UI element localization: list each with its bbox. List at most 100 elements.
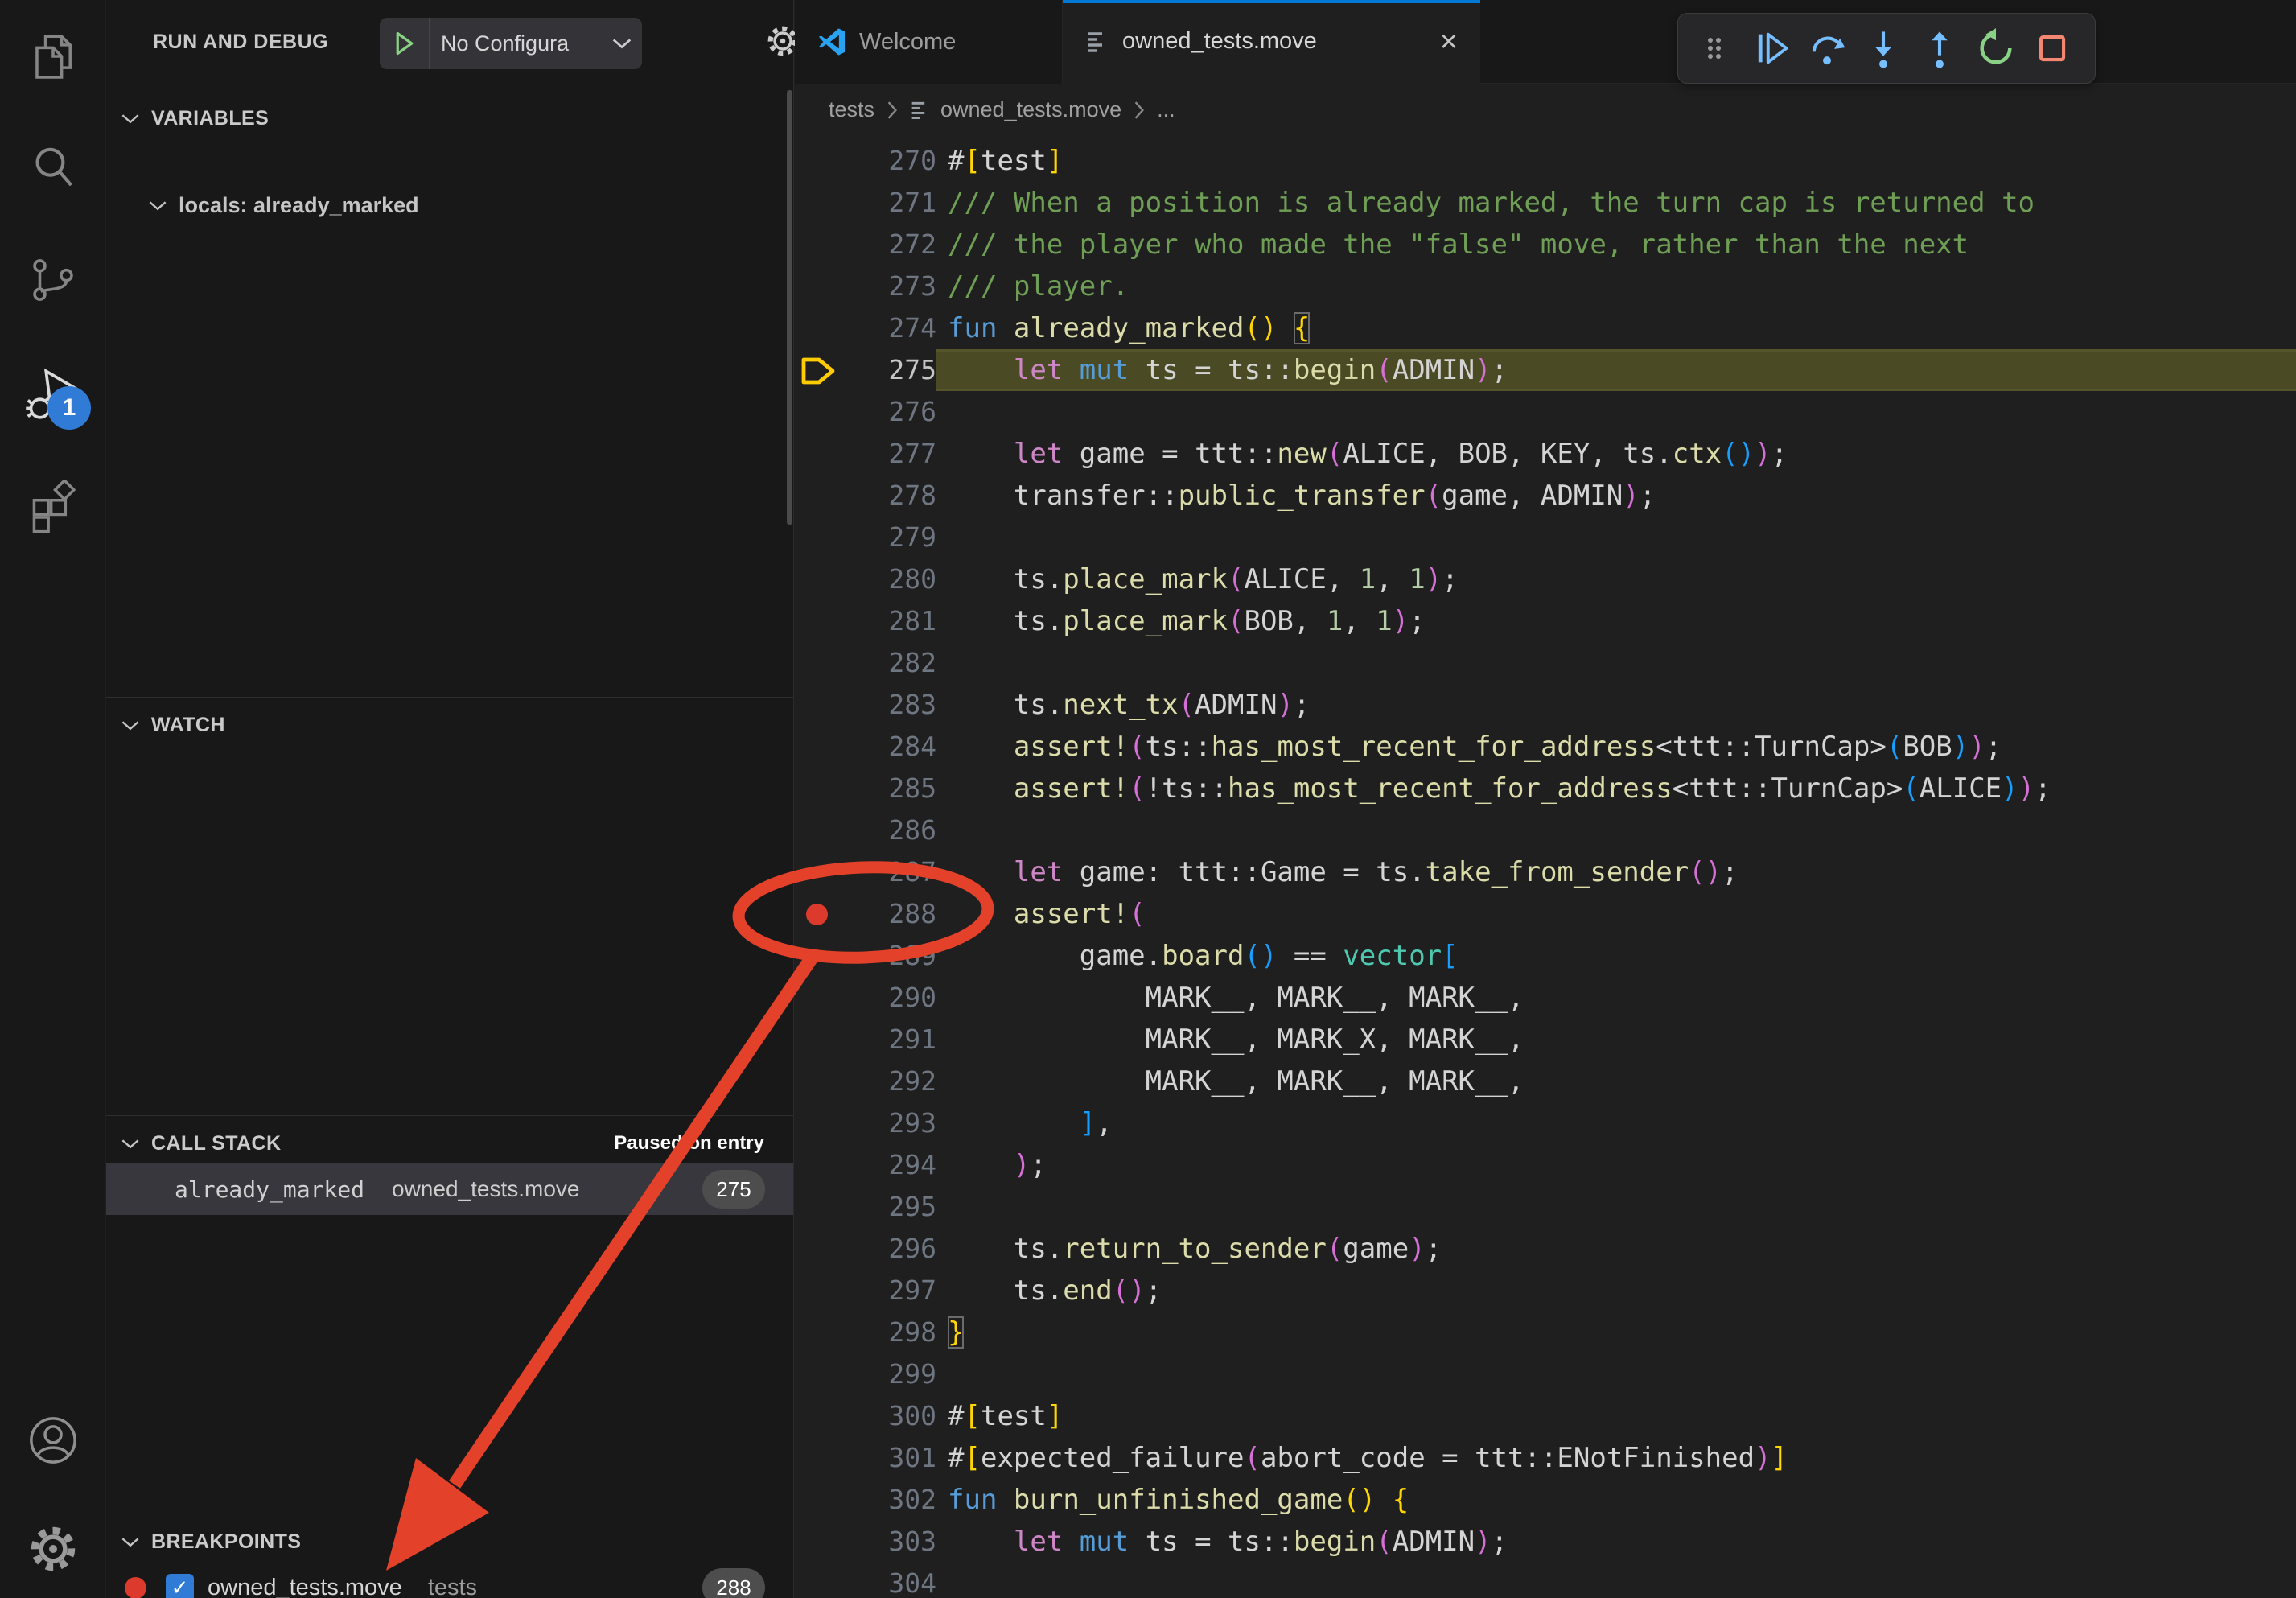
close-tab-icon[interactable]: × (1440, 27, 1458, 57)
breadcrumb-file[interactable]: owned_tests.move (940, 97, 1121, 122)
code-line-273[interactable]: 273/// player. (795, 266, 2296, 307)
line-number[interactable]: 285 (840, 768, 936, 809)
code-line-271[interactable]: 271/// When a position is already marked… (795, 182, 2296, 224)
code-line-280[interactable]: 280 ts.place_mark(ALICE, 1, 1); (795, 558, 2296, 600)
code-line-304[interactable]: 304 (795, 1563, 2296, 1598)
gutter-glyph-margin[interactable] (795, 1228, 840, 1270)
gutter-glyph-margin[interactable] (795, 1186, 840, 1228)
gutter-glyph-margin[interactable] (795, 517, 840, 558)
code-line-text[interactable] (936, 809, 2296, 851)
line-number[interactable]: 280 (840, 558, 936, 600)
code-line-text[interactable]: ts.next_tx(ADMIN); (936, 684, 2296, 726)
code-line-text[interactable]: fun burn_unfinished_game() { (936, 1479, 2296, 1521)
line-number[interactable]: 286 (840, 809, 936, 851)
code-editor[interactable]: 270#[test]271/// When a position is alre… (795, 136, 2296, 1598)
line-number[interactable]: 277 (840, 433, 936, 475)
code-line-298[interactable]: 298} (795, 1312, 2296, 1353)
code-line-text[interactable]: /// player. (936, 266, 2296, 307)
code-line-293[interactable]: 293 ], (795, 1102, 2296, 1144)
line-number[interactable]: 271 (840, 182, 936, 224)
gutter-glyph-margin[interactable] (795, 182, 840, 224)
continue-button[interactable] (1743, 20, 1799, 76)
line-number[interactable]: 270 (840, 140, 936, 182)
code-line-text[interactable]: game.board() == vector[ (936, 935, 2296, 977)
code-line-301[interactable]: 301#[expected_failure(abort_code = ttt::… (795, 1437, 2296, 1479)
gutter-glyph-margin[interactable] (795, 266, 840, 307)
code-line-text[interactable]: transfer::public_transfer(game, ADMIN); (936, 475, 2296, 517)
code-line-text[interactable]: let mut ts = ts::begin(ADMIN); (936, 1521, 2296, 1563)
code-line-text[interactable]: MARK__, MARK__, MARK__, (936, 1061, 2296, 1102)
code-line-text[interactable]: let game: ttt::Game = ts.take_from_sende… (936, 851, 2296, 893)
gutter-glyph-margin[interactable] (795, 1395, 840, 1437)
line-number[interactable]: 278 (840, 475, 936, 517)
gutter-glyph-margin[interactable] (795, 684, 840, 726)
step-over-button[interactable] (1799, 20, 1855, 76)
code-line-text[interactable]: MARK__, MARK__, MARK__, (936, 977, 2296, 1019)
code-line-text[interactable]: MARK__, MARK_X, MARK__, (936, 1019, 2296, 1061)
code-line-text[interactable]: assert!(ts::has_most_recent_for_address<… (936, 726, 2296, 768)
code-line-295[interactable]: 295 (795, 1186, 2296, 1228)
gutter-glyph-margin[interactable] (795, 1479, 840, 1521)
code-line-text[interactable]: assert!( (936, 893, 2296, 935)
call-stack-frame-row[interactable]: already_marked owned_tests.move 275 (106, 1163, 793, 1215)
code-line-287[interactable]: 287 let game: ttt::Game = ts.take_from_s… (795, 851, 2296, 893)
code-line-text[interactable]: ts.return_to_sender(game); (936, 1228, 2296, 1270)
line-number[interactable]: 301 (840, 1437, 936, 1479)
gutter-glyph-margin[interactable] (795, 935, 840, 977)
gutter-glyph-margin[interactable] (795, 307, 840, 349)
line-number[interactable]: 279 (840, 517, 936, 558)
code-line-text[interactable]: #[expected_failure(abort_code = ttt::ENo… (936, 1437, 2296, 1479)
line-number[interactable]: 297 (840, 1270, 936, 1312)
line-number[interactable]: 299 (840, 1353, 936, 1395)
gutter-glyph-margin[interactable] (795, 642, 840, 684)
code-line-279[interactable]: 279 (795, 517, 2296, 558)
stop-button[interactable] (2024, 20, 2080, 76)
tab-welcome[interactable]: Welcome (795, 0, 1063, 84)
line-number[interactable]: 284 (840, 726, 936, 768)
line-number[interactable]: 295 (840, 1186, 936, 1228)
code-line-303[interactable]: 303 let mut ts = ts::begin(ADMIN); (795, 1521, 2296, 1563)
gutter-glyph-margin[interactable] (795, 851, 840, 893)
breadcrumb-more[interactable]: ... (1157, 97, 1175, 122)
code-line-282[interactable]: 282 (795, 642, 2296, 684)
gutter-glyph-margin[interactable] (795, 977, 840, 1019)
watch-section-header[interactable]: WATCH (106, 702, 793, 748)
code-line-281[interactable]: 281 ts.place_mark(BOB, 1, 1); (795, 600, 2296, 642)
code-line-text[interactable]: /// the player who made the "false" move… (936, 224, 2296, 266)
line-number[interactable]: 274 (840, 307, 936, 349)
code-line-297[interactable]: 297 ts.end(); (795, 1270, 2296, 1312)
code-line-277[interactable]: 277 let game = ttt::new(ALICE, BOB, KEY,… (795, 433, 2296, 475)
account-icon[interactable] (0, 1392, 105, 1489)
sidebar-scrollbar[interactable] (787, 90, 792, 525)
search-icon[interactable] (0, 121, 105, 217)
gutter-glyph-margin[interactable] (795, 600, 840, 642)
restart-button[interactable] (1968, 20, 2024, 76)
gutter-glyph-margin[interactable] (795, 1563, 840, 1598)
code-line-text[interactable]: #[test] (936, 140, 2296, 182)
gutter-glyph-margin[interactable] (795, 1437, 840, 1479)
extensions-icon[interactable] (0, 459, 105, 555)
code-line-text[interactable] (936, 1186, 2296, 1228)
gutter-glyph-margin[interactable] (795, 1019, 840, 1061)
breakpoint-checkbox[interactable]: ✓ (166, 1574, 194, 1598)
toolbar-drag-handle[interactable] (1686, 20, 1743, 76)
source-control-icon[interactable] (0, 232, 105, 328)
code-line-274[interactable]: 274fun already_marked() { (795, 307, 2296, 349)
line-number[interactable]: 304 (840, 1563, 936, 1598)
code-line-text[interactable] (936, 642, 2296, 684)
line-number[interactable]: 276 (840, 391, 936, 433)
code-line-288[interactable]: 288 assert!( (795, 893, 2296, 935)
gutter-glyph-margin[interactable] (795, 893, 840, 935)
gutter-glyph-margin[interactable] (795, 1312, 840, 1353)
line-number[interactable]: 281 (840, 600, 936, 642)
line-number[interactable]: 272 (840, 224, 936, 266)
code-line-text[interactable]: ts.place_mark(BOB, 1, 1); (936, 600, 2296, 642)
line-number[interactable]: 303 (840, 1521, 936, 1563)
gutter-glyph-margin[interactable] (795, 391, 840, 433)
code-line-text[interactable]: ts.end(); (936, 1270, 2296, 1312)
code-line-text[interactable]: #[test] (936, 1395, 2296, 1437)
gutter-glyph-margin[interactable] (795, 809, 840, 851)
gutter-glyph-margin[interactable] (795, 1061, 840, 1102)
line-number[interactable]: 300 (840, 1395, 936, 1437)
settings-gear-icon[interactable] (0, 1501, 105, 1597)
